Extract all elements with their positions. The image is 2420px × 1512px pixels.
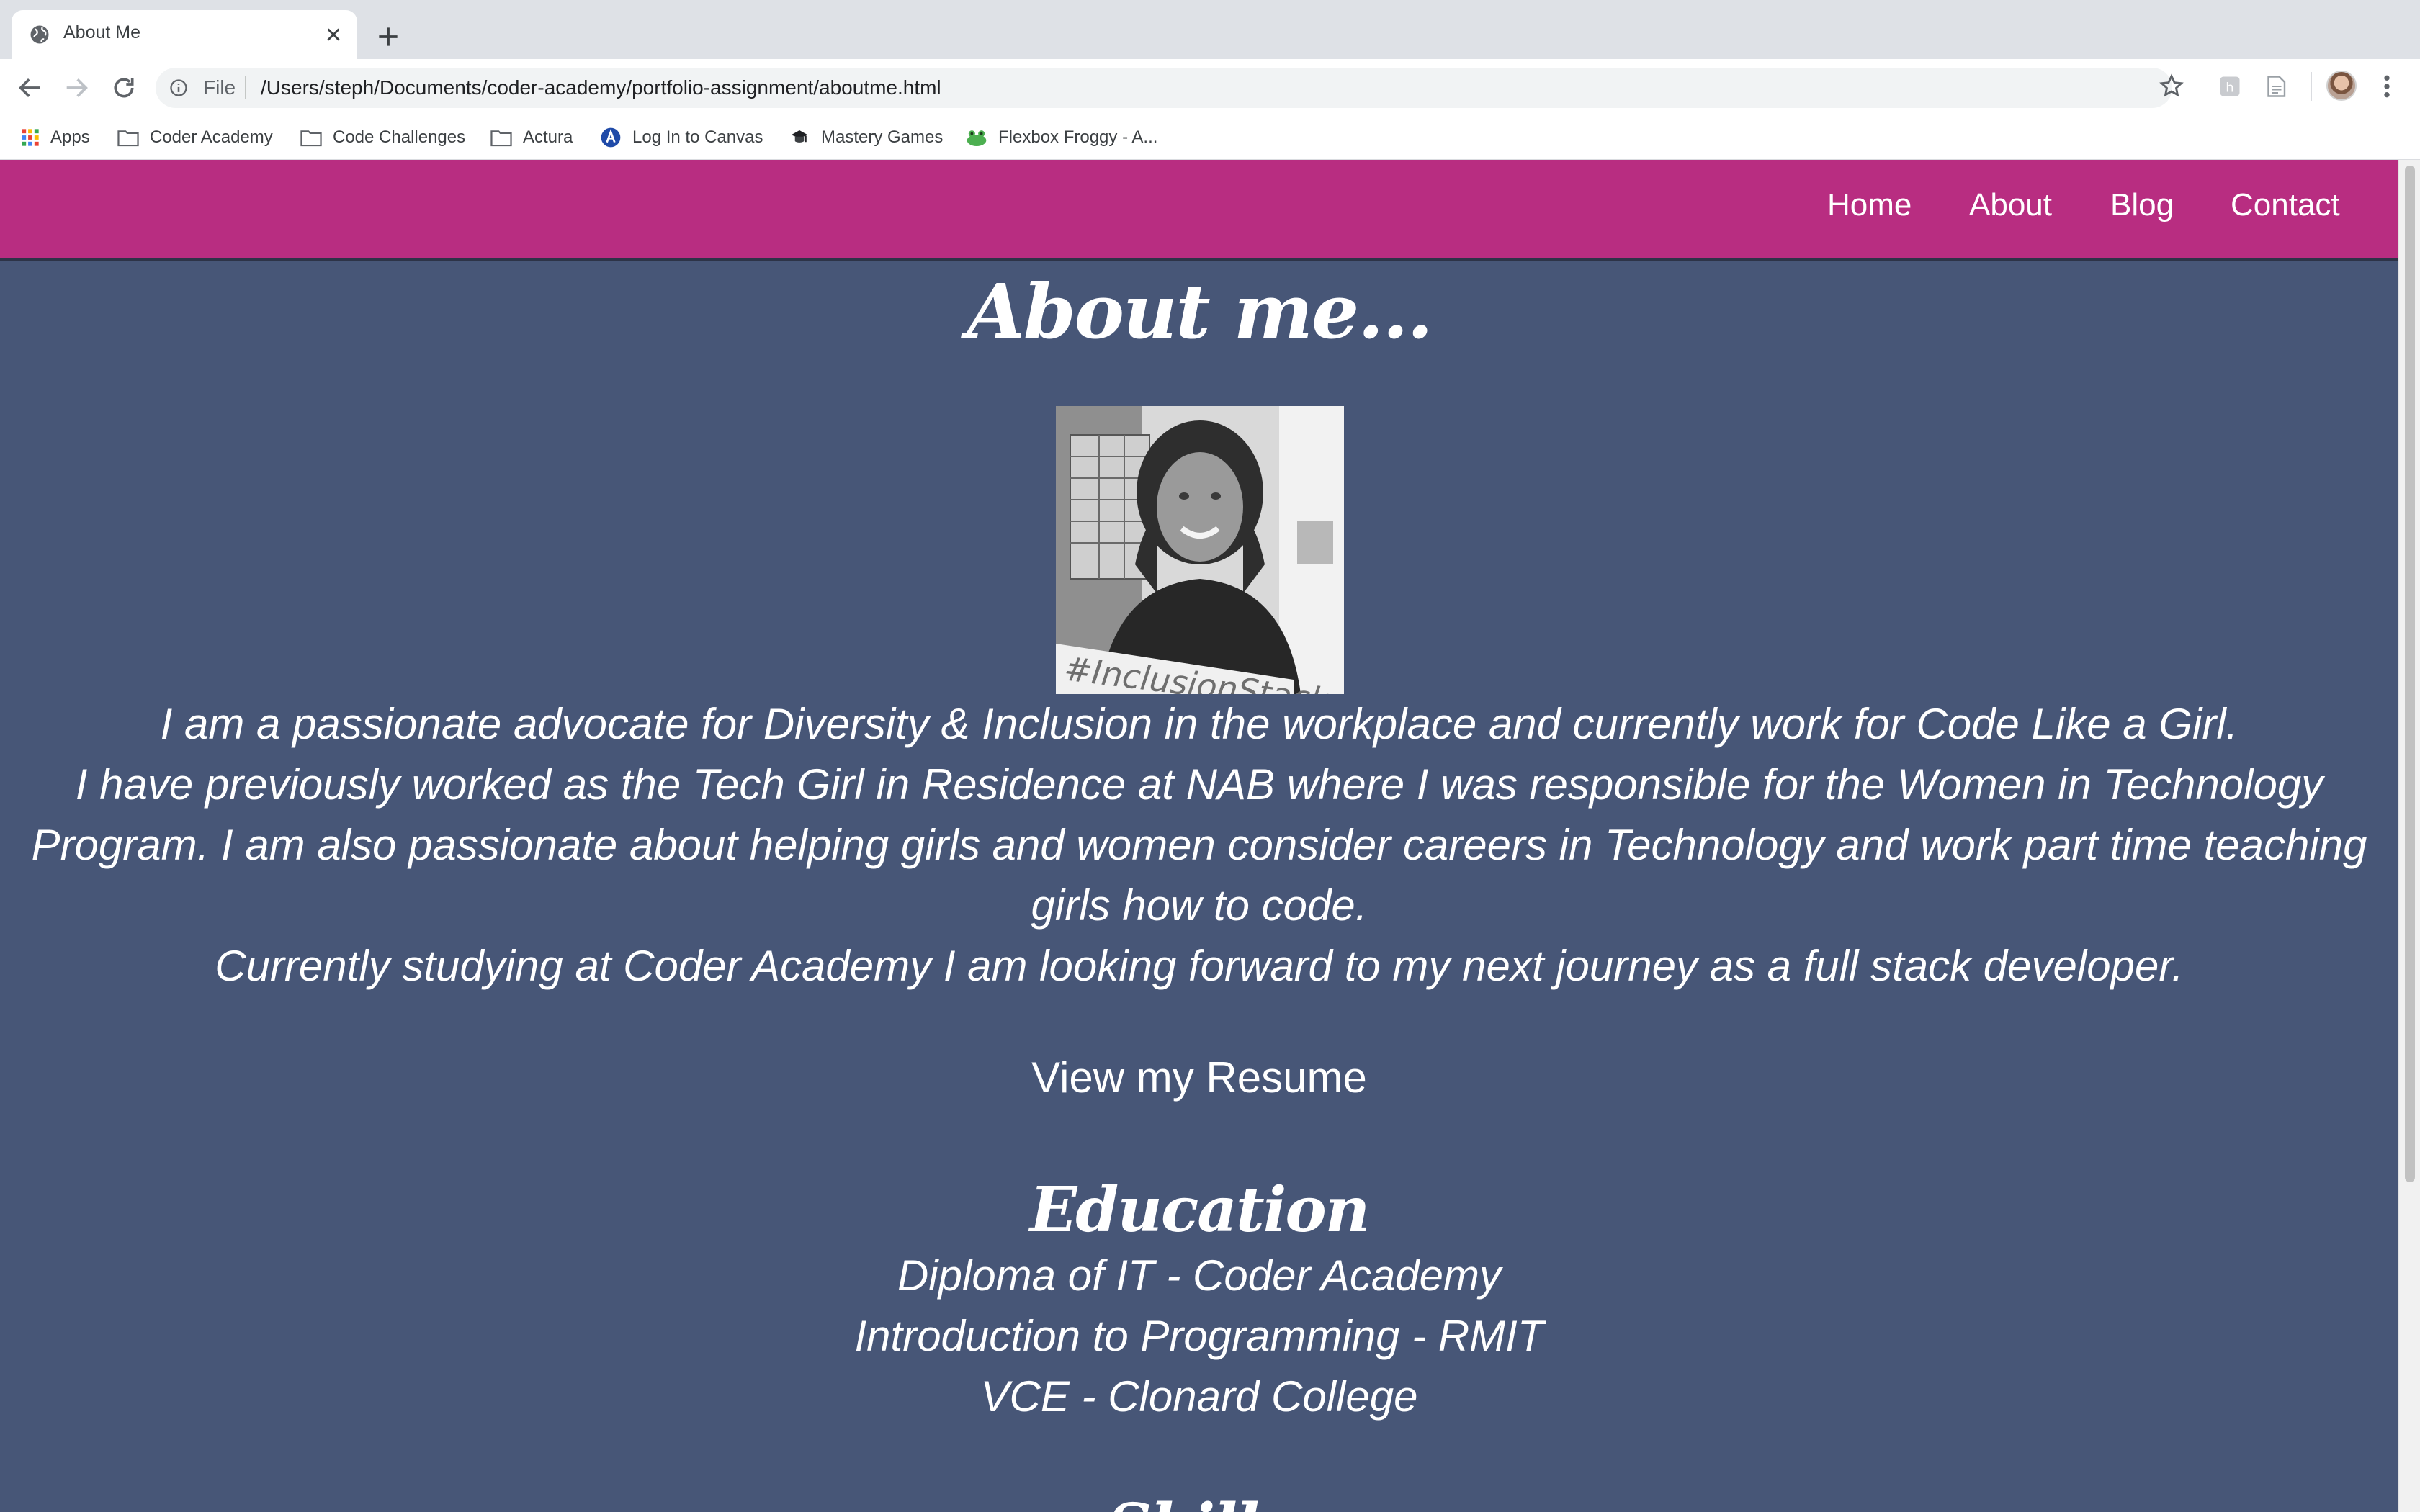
back-arrow-icon[interactable] <box>16 73 45 102</box>
browser-toolbar: File /Users/steph/Documents/coder-academ… <box>0 59 2420 115</box>
document-extension-icon[interactable] <box>2263 73 2289 99</box>
bookmarks-bar: Apps Coder Academy Code Challenges Actur… <box>0 115 2420 160</box>
reload-icon[interactable] <box>109 73 138 102</box>
site-navbar: Home About Blog Contact <box>0 160 2398 261</box>
web-page: Home About Blog Contact About me... #Inc… <box>0 160 2398 1512</box>
education-heading: Education <box>1029 1174 1371 1246</box>
scrollbar-thumb[interactable] <box>2405 166 2415 1182</box>
forward-arrow-icon[interactable] <box>62 73 91 102</box>
page-scrollbar[interactable] <box>2398 160 2420 1512</box>
page-title: About me... <box>967 267 1433 356</box>
bio-line: I am a passionate advocate for Diversity… <box>160 700 2238 748</box>
bookmark-coder-academy[interactable]: Coder Academy <box>117 115 273 160</box>
skills-heading: Skills <box>0 1485 2398 1512</box>
toolbar-divider <box>2311 72 2312 101</box>
bio-line: Program. I am also passionate about help… <box>31 821 2367 869</box>
education-item: Diploma of IT - Coder Academy <box>897 1251 1502 1300</box>
kebab-menu-icon[interactable] <box>2377 72 2397 101</box>
bookmark-code-challenges[interactable]: Code Challenges <box>300 115 465 160</box>
mastery-games-icon <box>791 130 808 143</box>
nav-contact-link[interactable]: Contact <box>2231 187 2340 223</box>
nav-blog-link[interactable]: Blog <box>2110 187 2174 223</box>
bookmark-label: Mastery Games <box>821 127 944 147</box>
bookmark-label: Actura <box>523 127 573 147</box>
education-list: Diploma of IT - Coder Academy Introducti… <box>0 1246 2398 1427</box>
folder-icon <box>300 130 322 147</box>
bio-line: Currently studying at Coder Academy I am… <box>215 942 2184 990</box>
profile-avatar[interactable] <box>2326 71 2357 101</box>
close-tab-icon[interactable] <box>323 24 344 45</box>
folder-icon <box>490 130 512 147</box>
view-resume-link[interactable]: View my Resume <box>0 1053 2398 1102</box>
globe-icon <box>30 25 49 44</box>
omnibox-divider <box>245 76 246 99</box>
bookmark-mastery-games[interactable]: Mastery Games <box>788 115 943 160</box>
bio-text: I am a passionate advocate for Diversity… <box>14 694 2384 996</box>
folder-icon <box>117 130 139 147</box>
bio-line: girls how to code. <box>1031 881 1368 930</box>
nav-about-link[interactable]: About <box>1969 187 2052 223</box>
bookmark-label: Log In to Canvas <box>632 127 763 147</box>
bookmark-label: Apps <box>50 127 90 147</box>
portrait-image: #InclusionStack <box>1056 406 1344 694</box>
bio-line: I have previously worked as the Tech Gir… <box>75 760 2323 809</box>
tab-strip: About Me <box>0 0 2420 59</box>
canvas-icon <box>601 127 621 148</box>
education-item: VCE - Clonard College <box>980 1372 1418 1421</box>
browser-tab[interactable]: About Me <box>12 10 357 59</box>
bookmark-actura[interactable]: Actura <box>490 115 573 160</box>
bookmark-apps[interactable]: Apps <box>20 115 90 160</box>
bookmark-star-icon[interactable] <box>2158 73 2185 100</box>
bookmark-label: Flexbox Froggy - A... <box>998 127 1158 147</box>
svg-text:h: h <box>2226 81 2233 96</box>
extension-icon[interactable]: h <box>2217 73 2243 99</box>
tab-title: About Me <box>63 22 141 42</box>
profile-photo: #InclusionStack <box>1056 406 1344 694</box>
url-text[interactable]: /Users/steph/Documents/coder-academy/por… <box>261 76 941 99</box>
new-tab-icon[interactable] <box>375 23 402 50</box>
bookmark-canvas[interactable]: Log In to Canvas <box>599 115 763 160</box>
bookmark-flexbox-froggy[interactable]: Flexbox Froggy - A... <box>965 115 1157 160</box>
bookmark-label: Code Challenges <box>333 127 466 147</box>
file-scheme-label: File <box>203 76 236 99</box>
nav-home-link[interactable]: Home <box>1827 187 1912 223</box>
bookmark-label: Coder Academy <box>150 127 273 147</box>
froggy-icon <box>967 130 987 146</box>
apps-grid-icon <box>22 129 39 146</box>
address-bar[interactable]: File /Users/steph/Documents/coder-academ… <box>156 68 2172 108</box>
info-icon[interactable] <box>169 78 189 98</box>
education-item: Introduction to Programming - RMIT <box>854 1312 1544 1360</box>
